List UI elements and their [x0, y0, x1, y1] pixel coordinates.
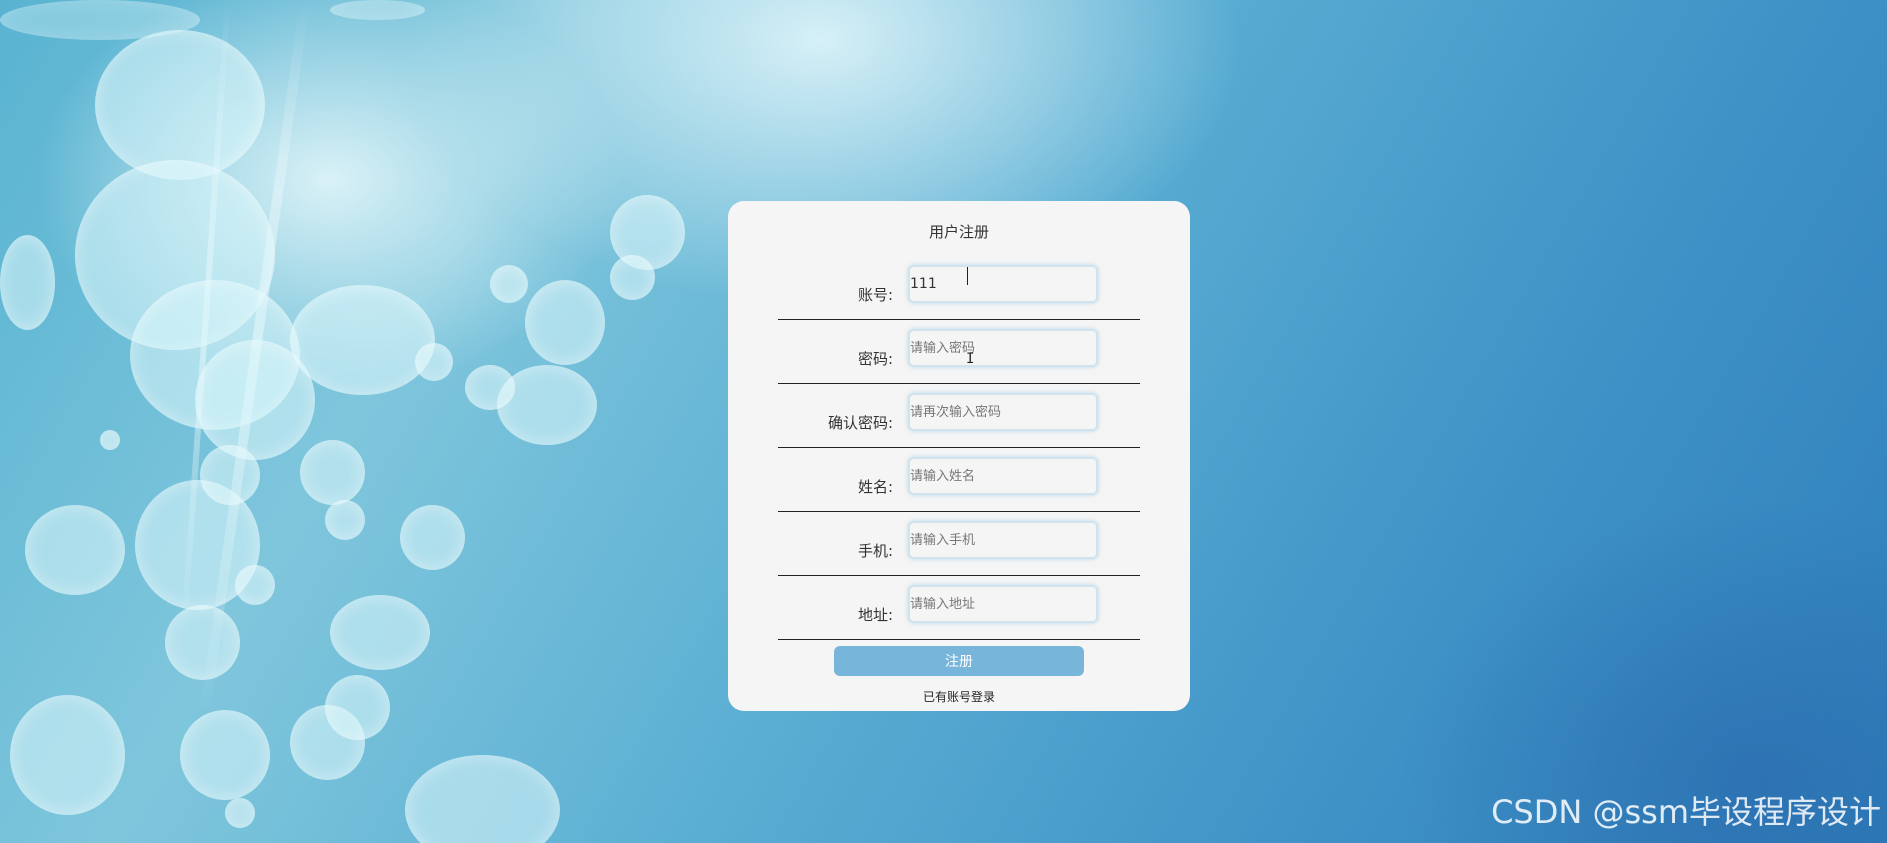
text-caret	[967, 267, 968, 285]
bokeh-bubble	[325, 500, 365, 540]
bokeh-bubble	[95, 30, 265, 180]
address-input[interactable]	[908, 585, 1098, 623]
address-label: 地址:	[857, 606, 893, 624]
bokeh-bubble	[325, 675, 390, 740]
password-label: 密码:	[857, 350, 893, 368]
bokeh-bubble	[525, 280, 605, 365]
confirm-password-input[interactable]	[908, 393, 1098, 431]
login-link[interactable]: 已有账号登录	[728, 688, 1190, 705]
form-row-name: 姓名:	[778, 447, 1140, 512]
account-label: 账号:	[857, 286, 893, 304]
bokeh-bubble	[415, 343, 453, 381]
bokeh-bubble	[225, 798, 255, 828]
bokeh-bubble	[290, 285, 435, 395]
bokeh-bubble	[100, 430, 120, 450]
form-row-password: 密码:	[778, 319, 1140, 384]
watermark-text: CSDN @ssm毕设程序设计	[1491, 793, 1881, 831]
register-button[interactable]: 注册	[834, 646, 1084, 676]
register-card: 用户注册 账号: 密码: 确认密码: 姓名: 手机: 地址: I 注册 已有账号…	[728, 201, 1190, 711]
bokeh-bubble	[200, 445, 260, 505]
confirm-password-label: 确认密码:	[827, 414, 893, 432]
bokeh-bubble	[490, 265, 528, 303]
name-input[interactable]	[908, 457, 1098, 495]
bokeh-bubble	[25, 505, 125, 595]
password-input[interactable]	[908, 329, 1098, 367]
phone-label: 手机:	[857, 542, 893, 560]
account-input[interactable]	[908, 265, 1098, 303]
bokeh-bubble	[180, 710, 270, 800]
phone-input[interactable]	[908, 521, 1098, 559]
form-row-confirm-password: 确认密码:	[778, 383, 1140, 448]
bokeh-bubble	[330, 0, 425, 20]
bokeh-bubble	[10, 695, 125, 815]
form-title: 用户注册	[928, 223, 989, 241]
form-row-phone: 手机:	[778, 511, 1140, 576]
bokeh-bubble	[465, 365, 515, 410]
bokeh-bubble	[165, 605, 240, 680]
bokeh-bubble	[400, 505, 465, 570]
bokeh-bubble	[235, 565, 275, 605]
form-row-address: 地址:	[778, 575, 1140, 640]
bokeh-bubble	[610, 255, 655, 300]
bokeh-bubble	[195, 340, 315, 460]
ibeam-cursor-icon: I	[966, 351, 975, 367]
form-row-account: 账号:	[778, 255, 1140, 320]
bokeh-bubble	[405, 755, 560, 843]
name-label: 姓名:	[857, 478, 893, 496]
bokeh-bubble	[0, 0, 200, 40]
bokeh-bubble	[0, 235, 55, 330]
bokeh-bubble	[330, 595, 430, 670]
bokeh-bubble	[300, 440, 365, 505]
